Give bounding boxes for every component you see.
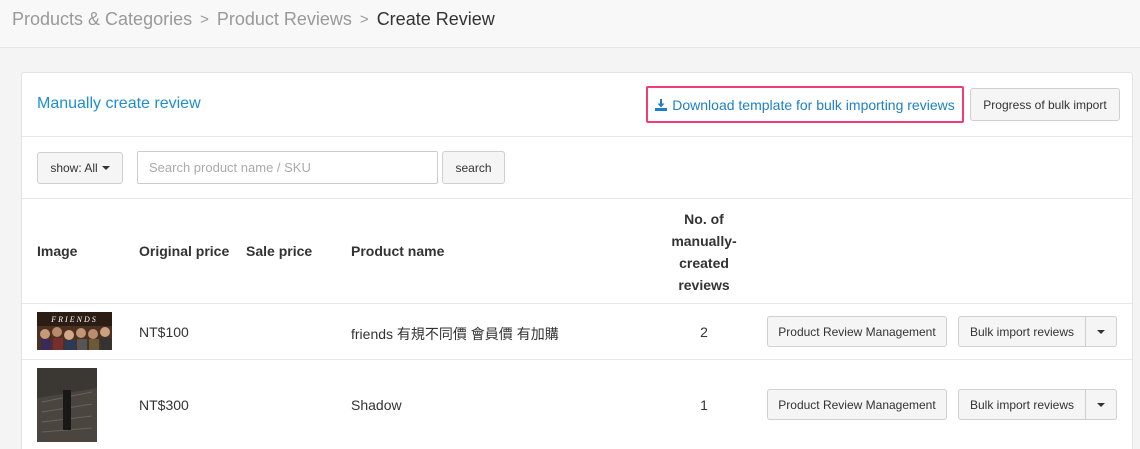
filter-row: show: All search <box>22 137 1132 199</box>
review-count: 2 <box>700 324 708 340</box>
header-product-name: Product name <box>351 243 445 259</box>
original-price: NT$300 <box>139 397 189 413</box>
product-thumbnail-friends: FRIENDS <box>37 312 112 350</box>
header-sale-price: Sale price <box>246 243 313 259</box>
progress-bulk-import-button[interactable]: Progress of bulk import <box>970 88 1120 121</box>
panel-header: Manually create review Download template… <box>22 73 1132 137</box>
search-input[interactable] <box>137 151 438 184</box>
review-count: 1 <box>700 397 708 413</box>
header-original-price: Original price <box>139 243 230 259</box>
panel-title: Manually create review <box>37 95 201 112</box>
header-image: Image <box>37 243 78 259</box>
product-review-management-button[interactable]: Product Review Management <box>767 316 947 347</box>
download-icon <box>655 98 668 111</box>
bulk-import-reviews-button[interactable]: Bulk import reviews <box>958 389 1086 420</box>
row-divider <box>22 359 1132 360</box>
chevron-right-icon: > <box>359 11 369 28</box>
search-button[interactable]: search <box>442 151 505 184</box>
download-template-label: Download template for bulk importing rev… <box>672 96 955 113</box>
product-name[interactable]: friends 有規不同價 會員價 有加購 <box>351 324 559 344</box>
breadcrumb-products-categories[interactable]: Products & Categories <box>12 9 192 30</box>
header-review-count: No. of manually-created reviews <box>671 211 737 293</box>
caret-down-icon <box>1097 329 1105 334</box>
download-template-link[interactable]: Download template for bulk importing rev… <box>646 86 964 123</box>
show-filter-label: show: All <box>50 161 98 175</box>
bulk-import-dropdown-toggle[interactable] <box>1086 389 1117 420</box>
breadcrumb: Products & Categories > Product Reviews … <box>12 9 495 30</box>
friends-logo-text: FRIENDS <box>50 315 97 324</box>
row-divider <box>22 303 1132 304</box>
bulk-import-reviews-button[interactable]: Bulk import reviews <box>958 316 1086 347</box>
breadcrumb-product-reviews[interactable]: Product Reviews <box>217 9 352 30</box>
product-thumbnail-shadow <box>37 368 97 442</box>
bulk-import-dropdown-toggle[interactable] <box>1086 316 1117 347</box>
top-bar: Products & Categories > Product Reviews … <box>0 0 1140 48</box>
breadcrumb-current: Create Review <box>376 9 495 29</box>
create-review-panel: Manually create review Download template… <box>21 72 1133 449</box>
show-filter-dropdown[interactable]: show: All <box>37 152 123 184</box>
product-name[interactable]: Shadow <box>351 397 402 413</box>
original-price: NT$100 <box>139 324 189 340</box>
caret-down-icon <box>101 166 110 170</box>
caret-down-icon <box>1097 402 1105 407</box>
chevron-right-icon: > <box>200 11 209 28</box>
product-review-management-button[interactable]: Product Review Management <box>767 389 947 420</box>
